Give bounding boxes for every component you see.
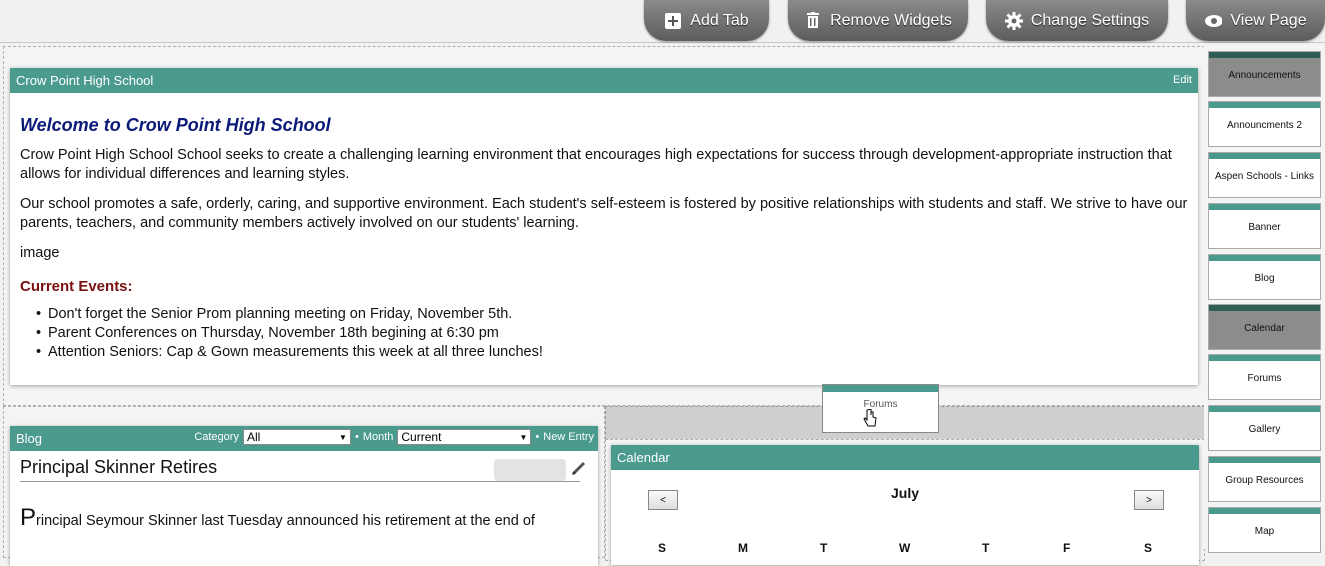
change-settings-button[interactable]: Change Settings bbox=[986, 0, 1168, 41]
category-label: Category bbox=[194, 431, 239, 443]
palette-item[interactable]: Blog bbox=[1208, 254, 1321, 300]
weekday-label: F bbox=[1063, 541, 1071, 555]
prev-month-button[interactable]: < bbox=[648, 490, 678, 510]
new-entry-link[interactable]: New Entry bbox=[543, 431, 594, 443]
weekday-label: S bbox=[1144, 541, 1153, 555]
calendar-header[interactable]: Calendar bbox=[611, 445, 1199, 470]
hand-cursor-icon bbox=[863, 408, 877, 432]
image-placeholder: image bbox=[20, 245, 60, 261]
pencil-icon[interactable] bbox=[571, 460, 587, 481]
blog-header[interactable]: Blog Category All ▼ • Month Current ▼ • Ne… bbox=[10, 426, 598, 451]
chevron-down-icon: ▼ bbox=[339, 432, 347, 442]
change-settings-label: Change Settings bbox=[1030, 11, 1150, 29]
mission-paragraph: Crow Point High School School seeks to c… bbox=[20, 147, 1172, 182]
widget-palette: Announcements Announcments 2 Aspen Schoo… bbox=[1204, 44, 1325, 553]
gear-icon bbox=[1004, 11, 1023, 30]
event-item: Attention Seniors: Cap & Gown measuremen… bbox=[36, 343, 1188, 362]
add-tab-button[interactable]: Add Tab bbox=[644, 0, 769, 41]
palette-item[interactable]: Gallery bbox=[1208, 405, 1321, 451]
month-select[interactable]: Current ▼ bbox=[397, 429, 532, 445]
blog-controls: Category All ▼ • Month Current ▼ • New Ent… bbox=[194, 429, 594, 445]
trash-icon bbox=[804, 12, 822, 30]
chevron-down-icon: ▼ bbox=[519, 432, 528, 442]
palette-item[interactable]: Calendar bbox=[1208, 304, 1321, 350]
weekday-label: T bbox=[982, 541, 990, 555]
view-page-button[interactable]: View Page bbox=[1186, 0, 1325, 41]
remove-widgets-button[interactable]: Remove Widgets bbox=[788, 0, 968, 41]
plus-icon bbox=[664, 12, 682, 30]
palette-item[interactable]: Forums bbox=[1208, 354, 1321, 400]
palette-item[interactable]: Banner bbox=[1208, 203, 1321, 249]
palette-item[interactable]: Announcments 2 bbox=[1208, 101, 1321, 147]
top-toolbar: Add Tab Remove Widgets Change Settings V… bbox=[0, 0, 1325, 43]
widget-body: Welcome to Crow Point High School Crow P… bbox=[10, 93, 1198, 370]
post-dropcap: P bbox=[20, 504, 37, 531]
layout-region-top: Crow Point High School Edit Welcome to C… bbox=[3, 46, 1205, 406]
ghost-label: Forums bbox=[863, 399, 898, 410]
palette-item[interactable]: Announcements bbox=[1208, 51, 1321, 97]
weekday-label: W bbox=[899, 541, 911, 555]
calendar-title: Calendar bbox=[617, 450, 670, 465]
month-label: Month bbox=[362, 431, 394, 443]
blog-title: Blog bbox=[16, 431, 43, 446]
layout-region-right: Calendar July < > S M T W T F S bbox=[605, 439, 1205, 565]
event-item: Don't forget the Senior Prom planning me… bbox=[36, 305, 1188, 324]
event-item: Parent Conferences on Thursday, November… bbox=[36, 324, 1188, 343]
widget-title: Crow Point High School bbox=[16, 73, 154, 88]
calendar-month: July bbox=[890, 485, 919, 501]
welcome-heading: Welcome to Crow Point High School bbox=[20, 115, 331, 135]
weekday-label: M bbox=[738, 541, 748, 555]
environment-paragraph: Our school promotes a safe, orderly, car… bbox=[20, 196, 1188, 231]
post-body: Principal Seymour Skinner last Tuesday a… bbox=[20, 506, 588, 531]
dragged-widget-ghost[interactable]: Forums bbox=[822, 384, 939, 433]
edit-link[interactable]: Edit bbox=[1173, 74, 1192, 86]
category-select[interactable]: All ▼ bbox=[242, 429, 351, 445]
palette-item[interactable]: Aspen Schools - Links bbox=[1208, 152, 1321, 198]
palette-item[interactable]: Map bbox=[1208, 507, 1321, 553]
palette-item[interactable]: Group Resources bbox=[1208, 456, 1321, 502]
calendar-widget: Calendar July < > S M T W T F S bbox=[611, 445, 1199, 565]
post-text: rincipal Seymour Skinner last Tuesday an… bbox=[36, 513, 535, 529]
events-heading: Current Events: bbox=[20, 278, 133, 295]
widget-header[interactable]: Crow Point High School Edit bbox=[10, 68, 1198, 93]
next-month-button[interactable]: > bbox=[1134, 490, 1164, 510]
school-welcome-widget: Crow Point High School Edit Welcome to C… bbox=[10, 68, 1198, 385]
eye-icon bbox=[1204, 12, 1223, 30]
weekday-label: T bbox=[820, 541, 828, 555]
layout-region-left: Blog Category All ▼ • Month Current ▼ • Ne… bbox=[3, 406, 605, 566]
events-list: Don't forget the Senior Prom planning me… bbox=[20, 305, 1188, 362]
remove-widgets-label: Remove Widgets bbox=[830, 11, 952, 29]
view-page-label: View Page bbox=[1230, 11, 1307, 29]
add-tab-label: Add Tab bbox=[690, 11, 749, 29]
blog-widget: Blog Category All ▼ • Month Current ▼ • Ne… bbox=[10, 426, 598, 566]
post-author-image bbox=[494, 459, 566, 481]
weekday-label: S bbox=[658, 541, 667, 555]
